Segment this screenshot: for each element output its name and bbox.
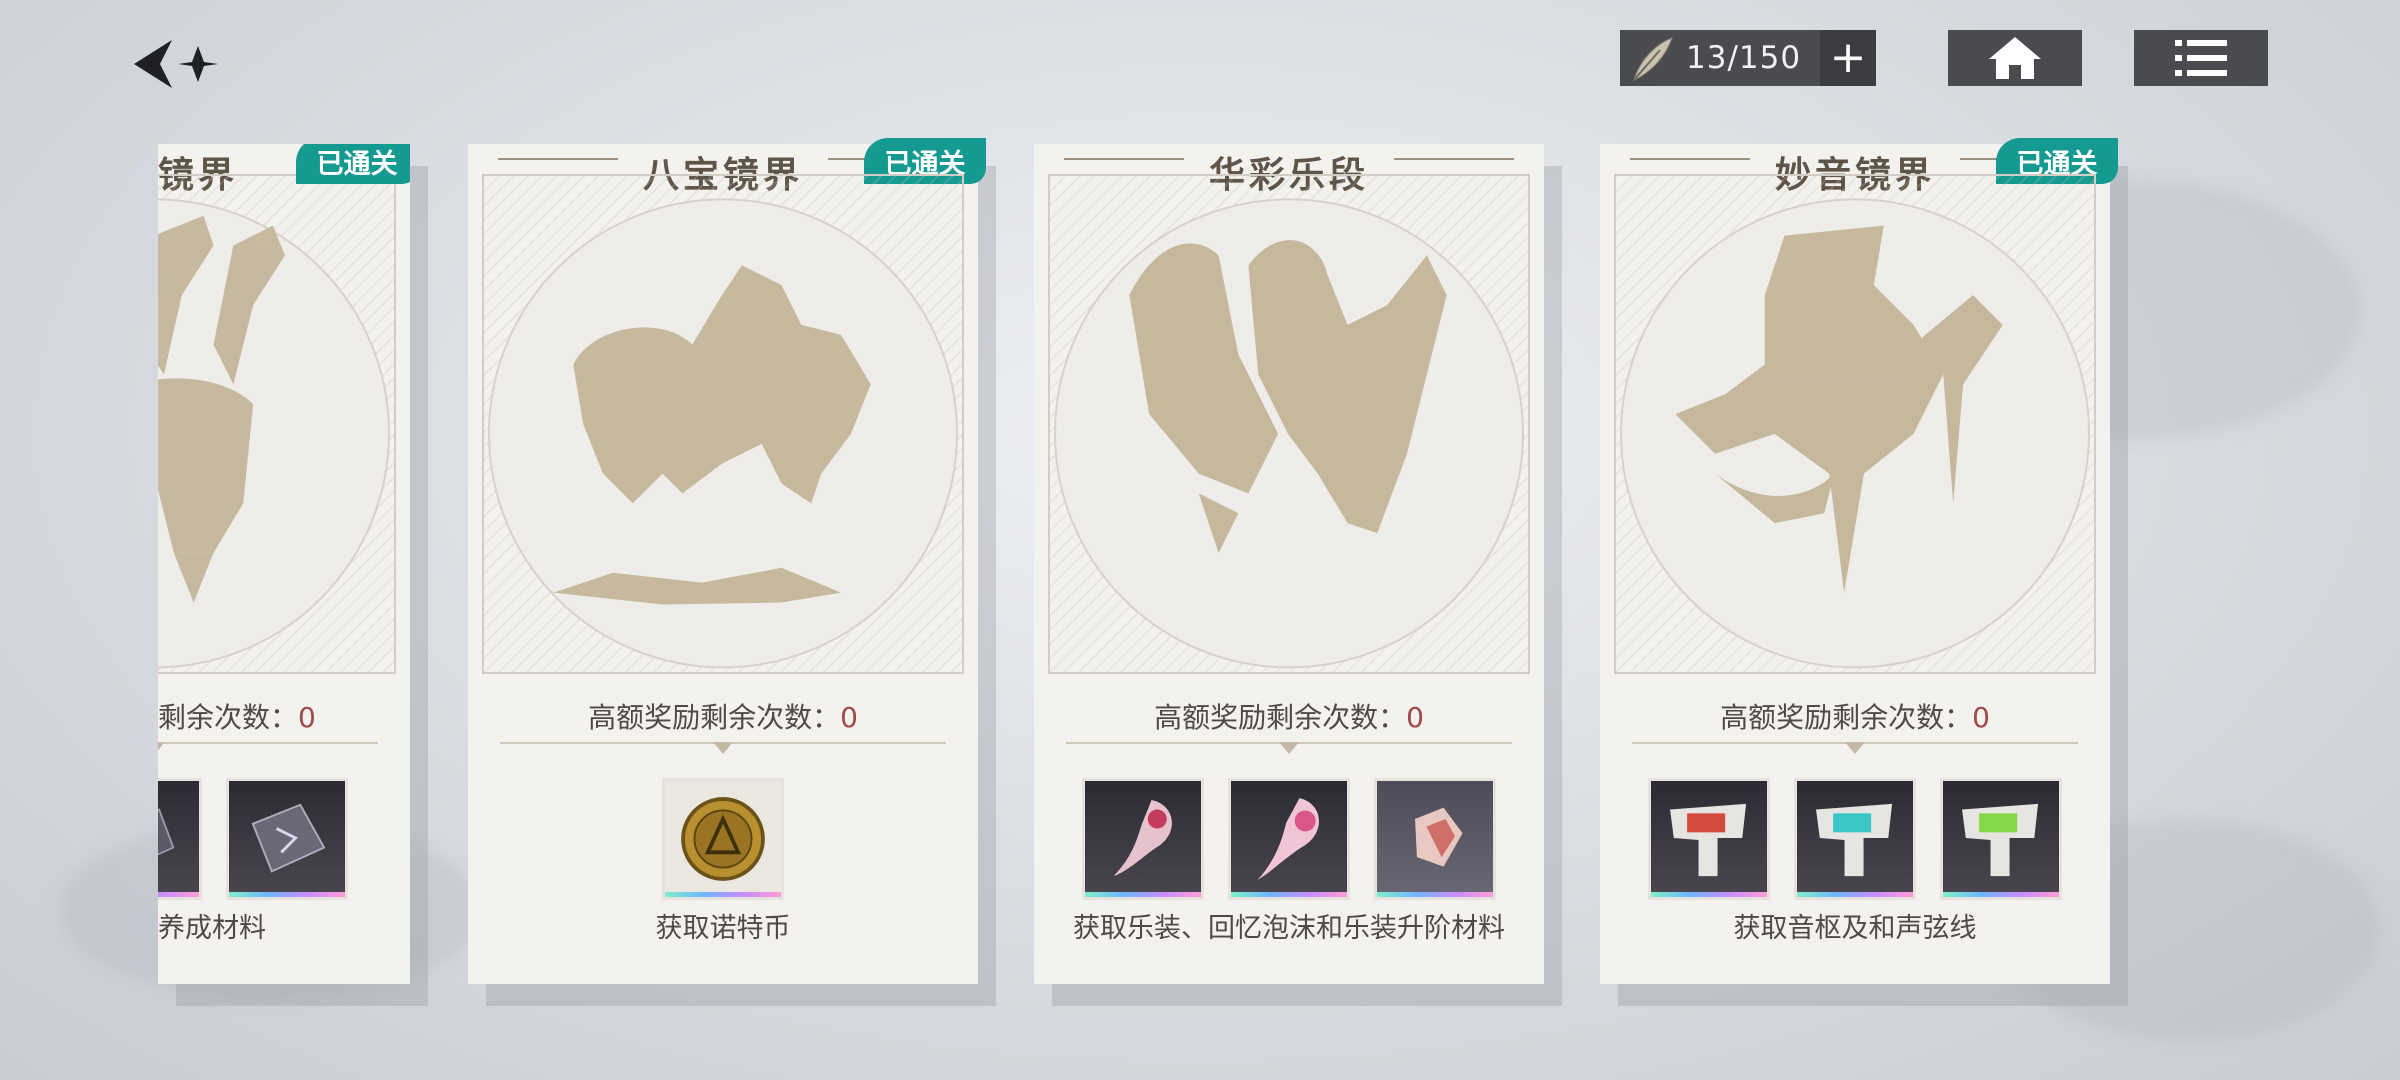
card-description: 养成材料: [158, 913, 266, 944]
stamina-value: 13/150: [1686, 40, 1802, 76]
add-stamina-button[interactable]: +: [1820, 30, 1876, 86]
card-description: 获取音枢及和声弦线: [1733, 913, 1977, 944]
menu-button[interactable]: [2134, 30, 2268, 86]
reward-item[interactable]: [1794, 778, 1916, 900]
stage-card-3[interactable]: 华彩乐段 高额奖励剩余次数：0 获取乐装、回忆泡沫和乐装升阶材料: [1034, 144, 1544, 984]
card-description: 获取乐装、回忆泡沫和乐装升阶材料: [1073, 913, 1505, 944]
remaining-count: 高额奖励剩余次数：0: [588, 701, 858, 734]
card-description: 获取诺特币: [655, 913, 791, 944]
stage-card-4[interactable]: 妙音镜界 已通关 高额奖励剩余次数：0 获取音枢及和声弦线: [1600, 138, 2118, 984]
stage-card-2[interactable]: 八宝镜界 已通关 高额奖励剩余次数：0 获取诺特币: [468, 138, 986, 984]
reward-item[interactable]: [158, 778, 202, 900]
stage-artwork: [482, 174, 964, 674]
back-arrow-icon: [134, 40, 218, 88]
stamina-counter: 13/150 +: [1620, 30, 1876, 86]
reward-item[interactable]: [1082, 778, 1204, 900]
cleared-badge: 已通关: [296, 144, 410, 184]
reward-item[interactable]: [1374, 778, 1496, 900]
home-icon: [1989, 37, 2041, 79]
remaining-count: 剩余次数：0: [158, 701, 316, 734]
home-button[interactable]: [1948, 30, 2082, 86]
remaining-count: 高额奖励剩余次数：0: [1154, 701, 1424, 734]
list-icon: [2175, 40, 2227, 76]
reward-item[interactable]: [1648, 778, 1770, 900]
feather-icon: [1620, 30, 1680, 86]
stage-card-1[interactable]: 镜界 剩余次数：0 养成材料 已通关: [158, 144, 410, 984]
stage-artwork: [158, 174, 396, 674]
stage-artwork: [1614, 174, 2096, 674]
back-button[interactable]: [128, 34, 218, 94]
reward-item[interactable]: [1940, 778, 2062, 900]
reward-item[interactable]: [662, 778, 784, 900]
reward-item[interactable]: [1228, 778, 1350, 900]
reward-item[interactable]: [226, 778, 348, 900]
remaining-count: 高额奖励剩余次数：0: [1720, 701, 1990, 734]
stage-artwork: [1048, 174, 1530, 674]
